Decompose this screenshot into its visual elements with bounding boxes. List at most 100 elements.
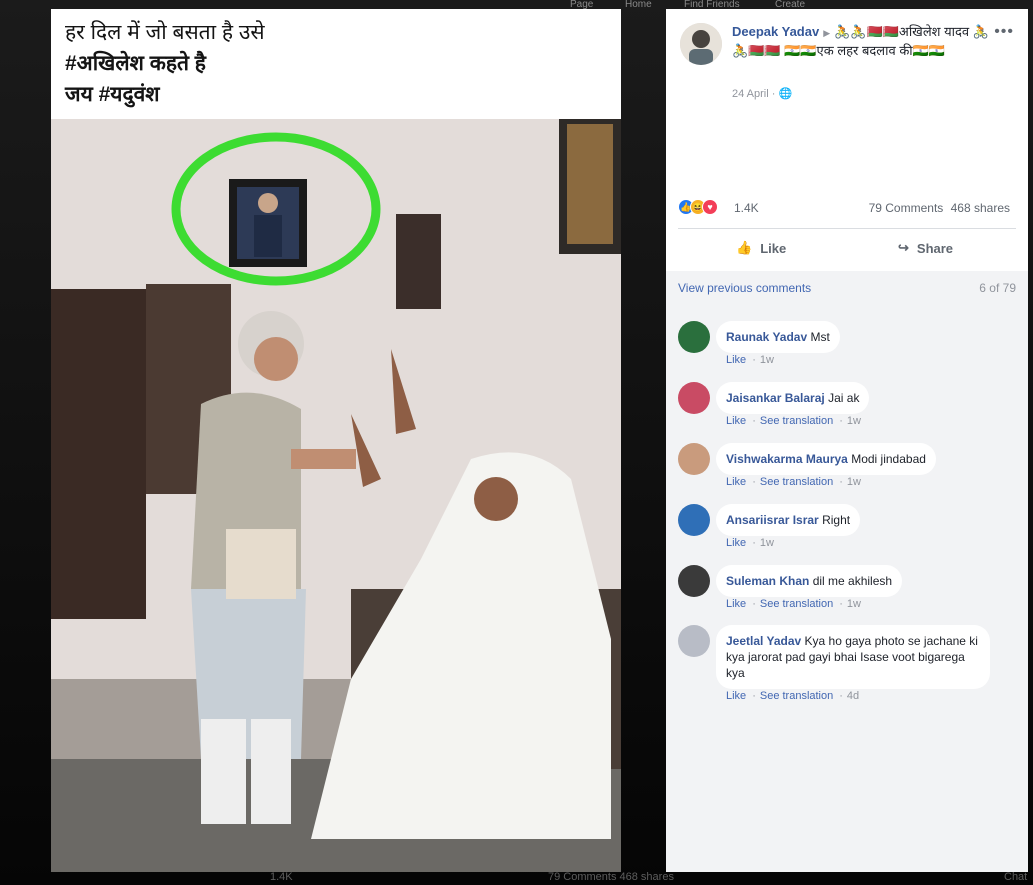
comment-text: Right <box>822 513 851 527</box>
meta-separator: · <box>839 690 843 702</box>
comment-item: Ansariisrar Israr Right Like · 1w <box>678 504 1018 554</box>
see-translation-link[interactable]: See translation <box>760 476 833 488</box>
photo-illustration <box>51 119 621 872</box>
comment-item: Vishwakarma Maurya Modi jindabad Like · Se… <box>678 443 1018 493</box>
comment-count-link[interactable]: 79 Comments <box>869 201 944 215</box>
comment-text: Jai ak <box>828 391 860 405</box>
meta-separator: · <box>839 415 843 427</box>
comment-bubble: Vishwakarma Maurya Modi jindabad <box>716 443 936 475</box>
comments-section: View previous comments 6 of 79 Raunak Ya… <box>666 271 1028 872</box>
author-name-link[interactable]: Deepak Yadav <box>732 24 819 39</box>
post-title: Deepak Yadav ▶ 🚴🚴🇧🇾🇧🇾अखिलेश यादव 🚴🚴🇧🇾🇧🇾 🇮🇳… <box>732 23 1000 60</box>
commenter-name-link[interactable]: Raunak Yadav <box>726 330 807 344</box>
background-chat-label: Chat <box>1004 871 1028 883</box>
comment-time[interactable]: 1w <box>847 598 861 610</box>
commenter-name-link[interactable]: Vishwakarma Maurya <box>726 452 848 466</box>
meta-separator: · <box>752 598 756 610</box>
reaction-count[interactable]: 1.4K <box>734 201 759 215</box>
reaction-icons[interactable]: 👍 😆 ♥ <box>678 199 726 217</box>
comment-time[interactable]: 1w <box>760 354 774 366</box>
comment-like-link[interactable]: Like <box>726 415 746 427</box>
commenter-avatar[interactable] <box>678 504 710 536</box>
background-nav-home: Home <box>625 0 652 10</box>
love-reaction-icon: ♥ <box>702 199 718 215</box>
post-details-panel: Deepak Yadav ▶ 🚴🚴🇧🇾🇧🇾अखिलेश यादव 🚴🚴🇧🇾🇧🇾 🇮🇳… <box>666 9 1028 872</box>
see-translation-link[interactable]: See translation <box>760 690 833 702</box>
comment-time[interactable]: 4d <box>847 690 859 702</box>
comment-time[interactable]: 1w <box>847 476 861 488</box>
see-translation-link[interactable]: See translation <box>760 598 833 610</box>
photo-caption: हर दिल में जो बसता है उसे #अखिलेश कहते ह… <box>51 9 621 119</box>
meta-separator: · <box>752 415 756 427</box>
author-avatar[interactable] <box>680 23 722 65</box>
comment-like-link[interactable]: Like <box>726 537 746 549</box>
comment-meta: Like · See translation · 1w <box>726 598 861 610</box>
view-previous-comments-link[interactable]: View previous comments <box>678 281 811 295</box>
meta-separator: · <box>752 354 756 366</box>
commenter-name-link[interactable]: Jaisankar Balaraj <box>726 391 825 405</box>
background-reaction-count: 1.4K <box>270 871 293 883</box>
post-date[interactable]: 24 April · 🌐 <box>732 87 792 100</box>
share-arrow-icon: ↪ <box>898 240 909 255</box>
commenter-avatar[interactable] <box>678 625 710 657</box>
post-stats: 👍 😆 ♥ 1.4K 79 Comments 468 shares <box>678 197 1016 219</box>
comment-position: 6 of 79 <box>979 281 1016 295</box>
avatar-person-icon <box>680 23 722 65</box>
comments-header: View previous comments 6 of 79 <box>678 281 1016 295</box>
more-options-icon[interactable]: ••• <box>994 23 1014 41</box>
thumbs-up-icon: 👍 <box>736 240 753 255</box>
commenter-avatar[interactable] <box>678 443 710 475</box>
like-button[interactable]: 👍 Like <box>736 231 786 265</box>
comment-bubble: Jaisankar Balaraj Jai ak <box>716 382 870 414</box>
comment-bubble: Raunak Yadav Mst <box>716 321 840 353</box>
comment-item: Suleman Khan dil me akhilesh Like · See tr… <box>678 565 1018 615</box>
comment-item: Raunak Yadav Mst Like · 1w <box>678 321 1018 371</box>
stats-divider <box>678 228 1016 229</box>
comment-share-stats: 79 Comments 468 shares <box>865 201 1010 215</box>
comment-like-link[interactable]: Like <box>726 690 746 702</box>
commenter-avatar[interactable] <box>678 382 710 414</box>
post-date-text: 24 April <box>732 88 769 100</box>
comment-meta: Like · See translation · 1w <box>726 415 861 427</box>
comment-like-link[interactable]: Like <box>726 598 746 610</box>
comment-meta: Like · See translation · 4d <box>726 690 859 702</box>
comment-bubble: Suleman Khan dil me akhilesh <box>716 565 903 597</box>
comment-text: Modi jindabad <box>851 452 926 466</box>
meta-separator: · <box>752 537 756 549</box>
comment-meta: Like · 1w <box>726 537 774 549</box>
commenter-name-link[interactable]: Suleman Khan <box>726 574 809 588</box>
comment-like-link[interactable]: Like <box>726 354 746 366</box>
curtain-shape <box>51 289 146 619</box>
caption-line-3: जय #यदुवंश <box>65 83 160 106</box>
share-button[interactable]: ↪ Share <box>898 231 953 265</box>
caption-line-1: हर दिल में जो बसता है उसे <box>65 21 265 44</box>
photo-theater-viewer: Page Home Find Friends Create 1.4K 79 Co… <box>0 0 1033 885</box>
globe-icon: 🌐 <box>778 88 793 100</box>
comment-time[interactable]: 1w <box>760 537 774 549</box>
meta-separator: · <box>839 598 843 610</box>
comment-like-link[interactable]: Like <box>726 476 746 488</box>
meta-separator: · <box>839 476 843 488</box>
post-header: Deepak Yadav ▶ 🚴🚴🇧🇾🇧🇾अखिलेश यादव 🚴🚴🇧🇾🇧🇾 🇮🇳… <box>666 9 1028 199</box>
photo-scene <box>51 119 621 872</box>
comment-text: Mst <box>810 330 830 344</box>
meta-separator: · <box>752 690 756 702</box>
see-translation-link[interactable]: See translation <box>760 415 833 427</box>
commenter-name-link[interactable]: Jeetlal Yadav <box>726 634 801 648</box>
commenter-avatar[interactable] <box>678 565 710 597</box>
commenter-avatar[interactable] <box>678 321 710 353</box>
background-stats: 79 Comments 468 shares <box>548 871 674 883</box>
comment-text: dil me akhilesh <box>812 574 893 588</box>
post-photo[interactable]: हर दिल में जो बसता है उसे #अखिलेश कहते ह… <box>51 9 621 872</box>
share-count-link[interactable]: 468 shares <box>951 201 1010 215</box>
comment-meta: Like · 1w <box>726 354 774 366</box>
comment-bubble: Jeetlal Yadav Kya ho gaya photo se jacha… <box>716 625 990 689</box>
like-button-label: Like <box>760 240 787 256</box>
meta-separator: · <box>752 476 756 488</box>
comment-time[interactable]: 1w <box>847 415 861 427</box>
post-actions: 👍 Like ↪ Share <box>678 231 1016 265</box>
comment-meta: Like · See translation · 1w <box>726 476 861 488</box>
arrow-right-icon: ▶ <box>823 28 831 38</box>
commenter-name-link[interactable]: Ansariisrar Israr <box>726 513 819 527</box>
share-button-label: Share <box>916 240 954 256</box>
